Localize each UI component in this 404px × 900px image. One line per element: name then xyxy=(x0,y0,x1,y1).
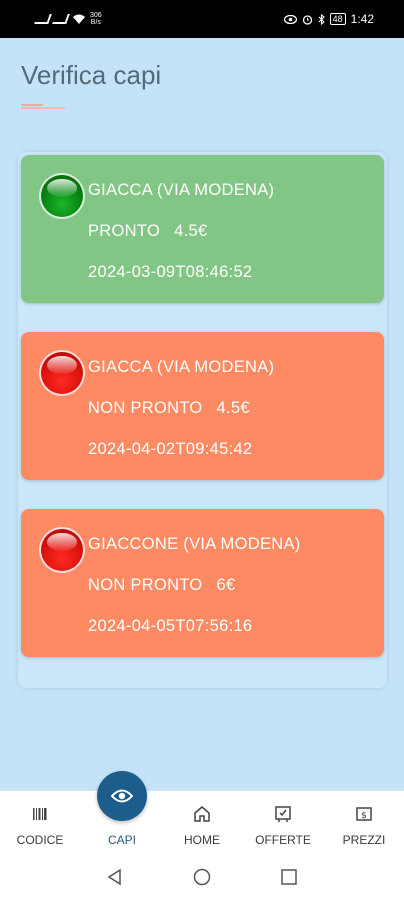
battery-indicator: 48 xyxy=(329,13,346,25)
system-navigation-bar xyxy=(0,854,404,900)
signal-icon-2 xyxy=(52,14,70,24)
status-bar: 306 B/s 48 1:42 xyxy=(0,0,404,38)
nav-item-prezzi[interactable]: $ PREZZI xyxy=(324,791,404,855)
status-time: 1:42 xyxy=(350,12,374,26)
eye-comfort-icon xyxy=(283,14,297,24)
item-status-price: NON PRONTO 6€ xyxy=(88,576,236,595)
item-timestamp: 2024-04-05T07:56:16 xyxy=(88,617,253,635)
nav-label: OFFERTE xyxy=(255,833,311,847)
item-status-price: NON PRONTO 4.5€ xyxy=(88,399,250,418)
status-left: 306 B/s xyxy=(34,12,102,26)
item-price: 4.5€ xyxy=(216,399,250,417)
page-title: Verifica capi xyxy=(21,60,162,90)
item-price: 4.5€ xyxy=(174,222,208,240)
back-icon[interactable] xyxy=(106,868,124,886)
red-light-icon xyxy=(39,350,85,396)
item-card-ready[interactable]: GIACCA (VIA MODENA) PRONTO 4.5€ 2024-03-0… xyxy=(21,155,384,303)
item-status-price: PRONTO 4.5€ xyxy=(88,222,207,241)
wifi-icon xyxy=(73,14,85,24)
price-icon: $ xyxy=(356,807,372,821)
item-card-not-ready-2[interactable]: GIACCONE (VIA MODENA) NON PRONTO 6€ 2024-… xyxy=(21,509,384,657)
nav-item-home[interactable]: HOME xyxy=(162,791,242,855)
svg-text:$: $ xyxy=(361,811,367,821)
item-status: PRONTO xyxy=(88,222,161,240)
bottom-nav: CODICE CAPI HOME OFFERTE $ PREZZI xyxy=(0,790,404,854)
nav-label: PREZZI xyxy=(342,833,386,847)
bluetooth-icon xyxy=(318,13,325,25)
alarm-icon xyxy=(302,14,312,25)
nav-item-offerte[interactable]: OFFERTE xyxy=(243,791,323,855)
red-light-icon xyxy=(39,527,85,573)
barcode-icon xyxy=(33,808,47,820)
network-speed: 306 B/s xyxy=(90,12,102,26)
signal-icon xyxy=(34,14,52,24)
item-status: NON PRONTO xyxy=(88,399,203,417)
home-icon xyxy=(194,806,210,822)
capi-active-button[interactable] xyxy=(97,771,147,821)
nav-item-codice[interactable]: CODICE xyxy=(0,791,80,855)
item-name: GIACCA (VIA MODENA) xyxy=(88,181,275,199)
item-name: GIACCA (VIA MODENA) xyxy=(88,358,275,376)
item-timestamp: 2024-03-09T08:46:52 xyxy=(88,263,253,281)
title-underline xyxy=(21,104,65,109)
home-circle-icon[interactable] xyxy=(193,868,211,886)
item-card-not-ready[interactable]: GIACCA (VIA MODENA) NON PRONTO 4.5€ 2024-… xyxy=(21,332,384,480)
item-status: NON PRONTO xyxy=(88,576,203,594)
item-name: GIACCONE (VIA MODENA) xyxy=(88,535,301,553)
nav-label: CAPI xyxy=(107,833,136,847)
eye-icon xyxy=(111,789,133,803)
nav-label: HOME xyxy=(184,833,220,847)
offer-tag-icon xyxy=(275,806,291,822)
recent-apps-icon[interactable] xyxy=(280,868,298,886)
green-light-icon xyxy=(39,173,85,219)
status-right: 48 1:42 xyxy=(283,12,374,26)
nav-label: CODICE xyxy=(16,833,64,847)
item-timestamp: 2024-04-02T09:45:42 xyxy=(88,440,253,458)
item-price: 6€ xyxy=(216,576,236,594)
